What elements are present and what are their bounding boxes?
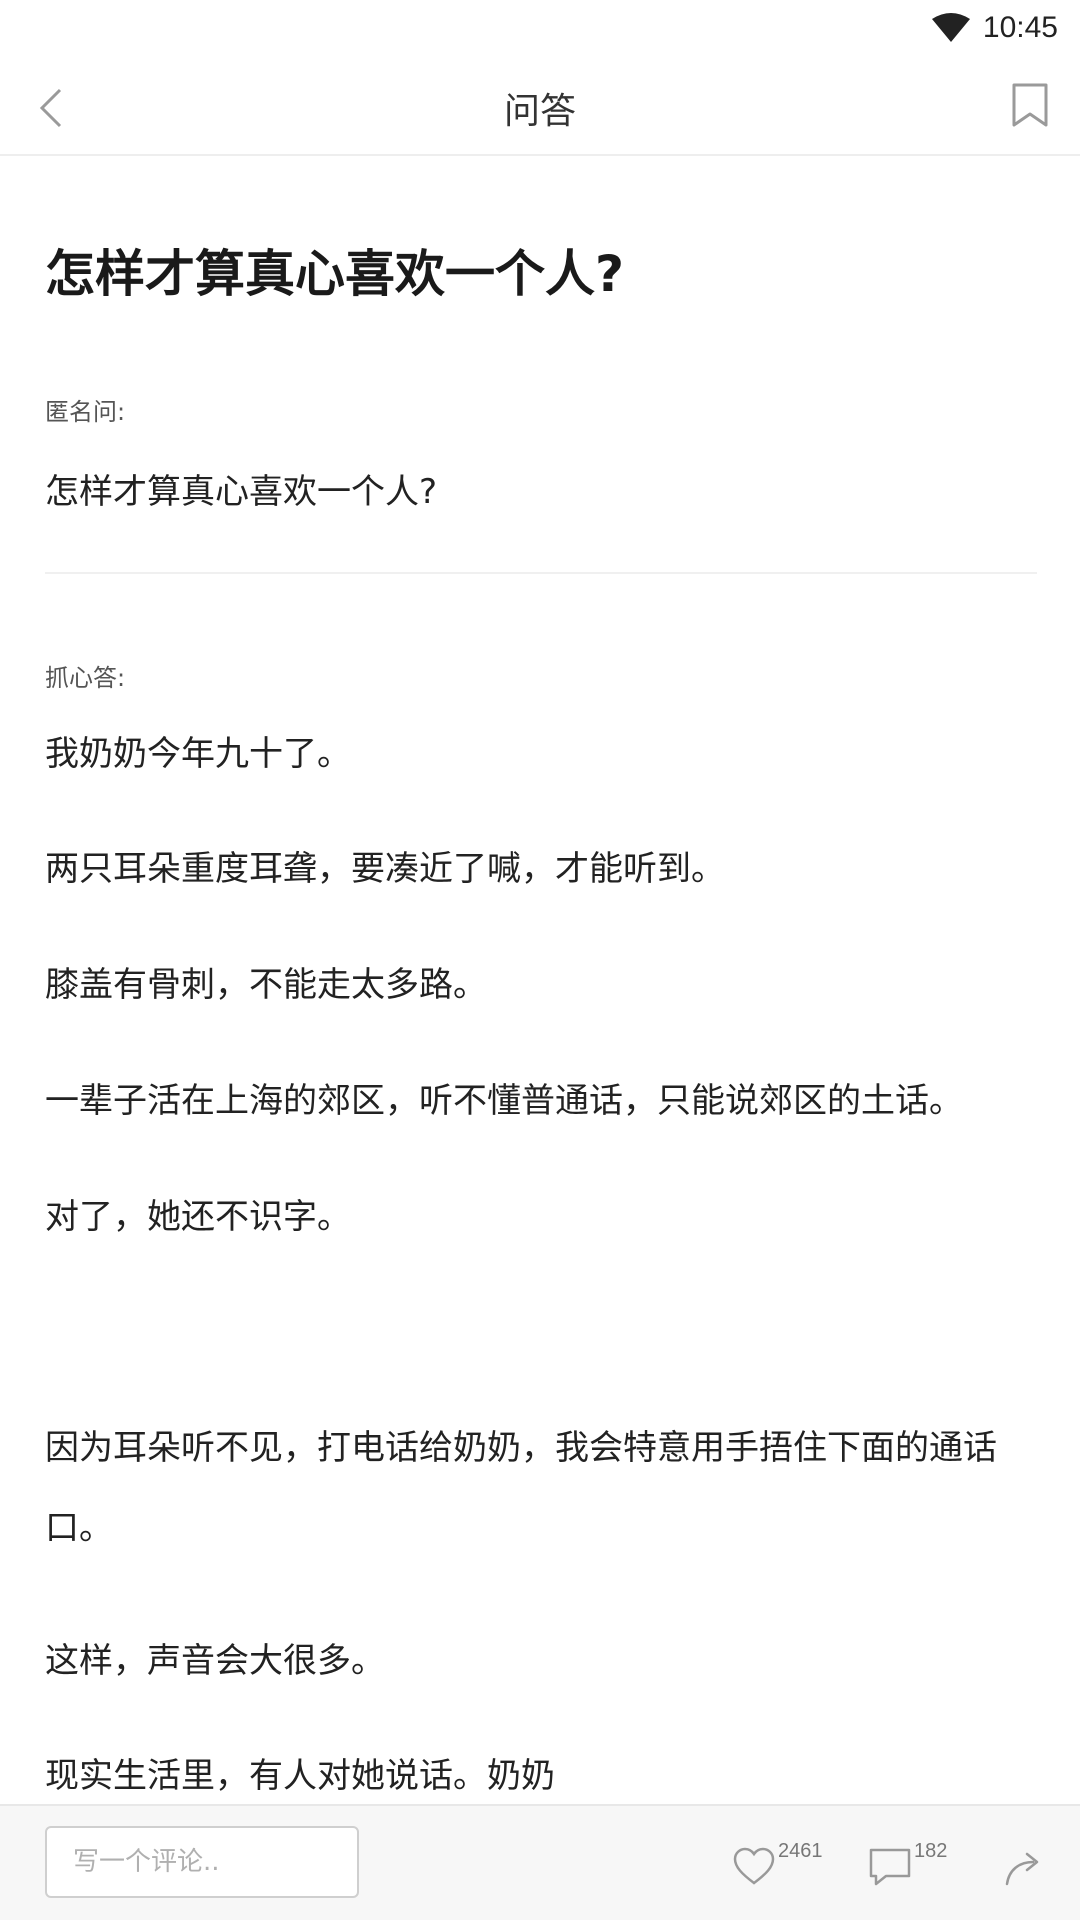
heart-icon [733, 1847, 775, 1885]
answer-paragraph: 因为耳朵听不见，打电话给奶奶，我会特意用手捂住下面的通话口。 [45, 1428, 997, 1548]
like-count: 2461 [778, 1840, 823, 1862]
question-title: 怎样才算真心喜欢一个人? [45, 245, 625, 303]
answer-paragraph: 现实生活里，有人对她说话。奶奶 [45, 1756, 555, 1796]
answer-paragraph: 一辈子活在上海的郊区，听不懂普通话，只能说郊区的土话。 [45, 1081, 963, 1121]
divider [45, 572, 1037, 574]
bookmark-icon[interactable] [1010, 82, 1050, 128]
question-body: 怎样才算真心喜欢一个人? [45, 472, 438, 512]
answer-paragraph: 这样，声音会大很多。 [45, 1641, 385, 1681]
answerer-label: 抓心答: [45, 664, 126, 692]
wifi-icon [931, 13, 970, 42]
asker-label: 匿名问: [45, 398, 126, 426]
answer-paragraph: 两只耳朵重度耳聋，要凑近了喊，才能听到。 [45, 849, 725, 889]
bottom-action-bar: 2461 182 [0, 1804, 1080, 1920]
like-button[interactable]: 2461 [732, 1840, 823, 1886]
comment-count: 182 [914, 1840, 948, 1862]
status-bar: 10:45 [0, 0, 1080, 56]
comment-button[interactable]: 182 [868, 1840, 947, 1888]
share-arrow-icon [1005, 1852, 1039, 1886]
answer-paragraph: 我奶奶今年九十了。 [45, 734, 351, 774]
share-button[interactable] [1003, 1846, 1047, 1888]
answer-paragraph: 膝盖有骨刺，不能走太多路。 [45, 965, 487, 1005]
header-bar: 问答 [0, 56, 1080, 156]
status-time: 10:45 [982, 11, 1058, 44]
page-title: 问答 [503, 91, 576, 132]
comment-input[interactable] [45, 1826, 359, 1898]
answer-paragraph: 对了，她还不识字。 [45, 1197, 351, 1237]
comment-bubble-icon [869, 1848, 911, 1886]
